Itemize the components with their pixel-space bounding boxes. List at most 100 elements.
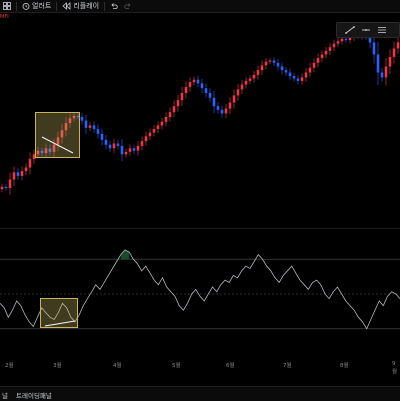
candle-up — [308, 67, 312, 73]
candle-up — [240, 84, 244, 90]
candle-up — [8, 179, 12, 188]
candle-up — [312, 62, 316, 68]
candle-up — [388, 56, 392, 67]
candle-up — [268, 60, 272, 62]
candle-up — [340, 38, 344, 42]
candle-down — [108, 144, 112, 149]
candle-up — [148, 132, 152, 137]
candle-down — [104, 139, 108, 145]
candle-up — [304, 72, 308, 78]
mfi-oscillator-chart[interactable] — [0, 230, 400, 358]
candle-up — [324, 50, 328, 55]
candle-up — [192, 79, 196, 83]
x-tick-label: 4월 — [113, 363, 122, 369]
candle-up — [228, 102, 232, 109]
toolbar-divider — [56, 1, 58, 11]
x-tick-label: 9월 — [392, 361, 398, 375]
candle-down — [292, 76, 296, 79]
candle-up — [336, 41, 340, 44]
time-axis[interactable]: 2월 3월 4월 5월 6월 7월 8월 9월 — [0, 358, 400, 375]
candle-up — [384, 66, 388, 78]
toolbar-divider — [16, 1, 17, 11]
toolbar-divider — [104, 1, 106, 11]
candle-down — [100, 133, 104, 140]
candle-up — [180, 92, 184, 101]
candle-up — [172, 106, 176, 113]
candle-up — [20, 171, 24, 176]
candle-up — [328, 47, 332, 51]
candle-down — [16, 172, 20, 176]
pane-divider[interactable] — [0, 228, 400, 229]
panel-tab-left[interactable]: 널 — [2, 390, 8, 400]
bottom-panel-bar: 널 트레이딩패널 — [0, 386, 400, 401]
candle-up — [264, 61, 268, 66]
candle-down — [272, 60, 276, 63]
candle-up — [0, 186, 4, 190]
candle-down — [380, 72, 384, 78]
undo-button[interactable] — [107, 0, 121, 12]
trend-line-icon[interactable] — [345, 26, 355, 34]
candle-up — [244, 80, 248, 85]
candle-up — [332, 43, 336, 48]
candle-up — [28, 159, 32, 168]
fib-levels-icon[interactable] — [377, 26, 387, 34]
candle-up — [168, 112, 172, 118]
candle-up — [112, 143, 116, 149]
candle-down — [220, 109, 224, 114]
candle-up — [184, 86, 188, 93]
candle-down — [204, 88, 208, 93]
alarm-clock-icon — [22, 3, 30, 10]
candle-down — [80, 117, 84, 121]
candle-up — [164, 117, 168, 122]
candle-up — [136, 145, 140, 151]
oscillator-divergence-highlight[interactable] — [40, 298, 78, 328]
replay-label: 리플레이 — [73, 2, 100, 10]
candle-down — [116, 143, 120, 146]
redo-button[interactable] — [121, 0, 135, 12]
candle-down — [120, 145, 124, 155]
horizontal-line-icon[interactable] — [361, 26, 371, 34]
x-tick-label: 7월 — [283, 363, 292, 369]
candle-up — [124, 151, 128, 155]
candle-up — [152, 129, 156, 133]
divergence-line — [41, 136, 74, 154]
candle-down — [4, 186, 8, 188]
candle-up — [128, 148, 132, 152]
candle-up — [88, 125, 92, 128]
candle-down — [84, 120, 88, 128]
x-tick-label: 3월 — [53, 363, 62, 369]
candle-up — [156, 125, 160, 130]
replay-button[interactable]: 리플레이 — [59, 0, 102, 12]
layout-grid-button[interactable] — [0, 0, 14, 12]
candle-down — [196, 79, 200, 84]
trading-panel-tab[interactable]: 트레이딩패널 — [16, 390, 52, 400]
price-divergence-highlight[interactable] — [35, 112, 80, 158]
candle-down — [288, 72, 292, 77]
grid-icon — [3, 2, 11, 10]
redo-icon — [124, 3, 131, 9]
candle-down — [208, 92, 212, 98]
oscillator-divergence-line — [44, 320, 76, 327]
rewind-icon — [62, 2, 71, 10]
x-tick-label: 8월 — [340, 363, 349, 369]
x-tick-label: 6월 — [226, 363, 235, 369]
candle-up — [24, 167, 28, 172]
candle-up — [12, 172, 16, 180]
candle-up — [300, 77, 304, 81]
alert-button[interactable]: 얼러트 — [19, 0, 54, 12]
alert-label: 얼러트 — [32, 2, 52, 10]
candle-up — [392, 48, 396, 57]
candle-down — [92, 125, 96, 130]
candle-down — [132, 148, 136, 151]
candle-up — [320, 54, 324, 59]
candle-down — [372, 42, 376, 55]
top-toolbar: 얼러트 리플레이 — [0, 0, 400, 13]
candle-down — [284, 70, 288, 73]
candle-up — [396, 42, 400, 49]
candle-down — [344, 38, 348, 41]
x-tick-label: 2월 — [5, 363, 14, 369]
candle-up — [316, 58, 320, 63]
candle-down — [280, 66, 284, 71]
candle-down — [212, 97, 216, 107]
x-tick-label: 5월 — [172, 363, 181, 369]
